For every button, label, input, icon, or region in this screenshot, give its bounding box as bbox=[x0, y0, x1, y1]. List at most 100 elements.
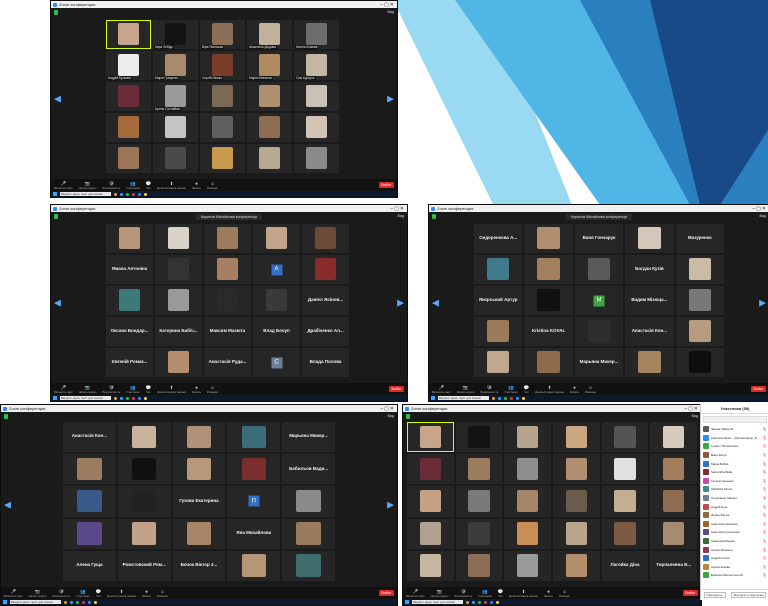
participant-tile[interactable]: Артем Соловйов bbox=[153, 82, 198, 111]
window-controls[interactable]: –▢✕ bbox=[390, 206, 407, 212]
participant-tile[interactable] bbox=[106, 113, 151, 142]
participant-list-item[interactable]: Артем Лісевець 🎙 bbox=[701, 545, 768, 554]
toolbar-button-1[interactable]: 📷 Начать видео bbox=[431, 589, 449, 598]
participant-tile[interactable] bbox=[650, 454, 697, 485]
toolbar-button-3[interactable]: 👥 Участники bbox=[126, 181, 139, 190]
toolbar-button-5[interactable]: ⬆ Демонстрация экрана bbox=[509, 589, 538, 598]
taskbar-app-icon[interactable] bbox=[498, 396, 501, 400]
taskbar-app-icon[interactable] bbox=[504, 396, 507, 400]
encryption-shield-icon[interactable] bbox=[54, 214, 58, 219]
toolbar-button-5[interactable]: ⬆ Демонстрация экрана bbox=[157, 181, 186, 190]
participant-tile[interactable]: Алена Гуща bbox=[63, 550, 116, 581]
participant-tile[interactable] bbox=[282, 550, 335, 581]
participant-tile[interactable] bbox=[63, 454, 116, 485]
toolbar-button-5[interactable]: ⬆ Демонстрация экрана bbox=[107, 589, 136, 598]
view-button[interactable]: Вид bbox=[397, 214, 404, 218]
participant-tile[interactable] bbox=[155, 255, 202, 284]
toolbar-button-6[interactable]: ⏺ Запись bbox=[544, 589, 553, 598]
taskbar-app-icon[interactable] bbox=[126, 192, 129, 196]
participant-list-item[interactable]: Андрій Кузь 🎙 bbox=[701, 502, 768, 511]
invite-button[interactable]: Пригласить bbox=[703, 592, 726, 598]
taskbar-app-icon[interactable] bbox=[484, 600, 487, 604]
participant-list-item[interactable]: Samantha Bella 🎙 bbox=[701, 468, 768, 477]
taskbar-app-icon[interactable] bbox=[120, 396, 123, 400]
toolbar-button-2[interactable]: 🛡 Безопасность bbox=[52, 589, 70, 598]
participant-tile[interactable] bbox=[675, 286, 724, 315]
toolbar-button-6[interactable]: ⏺ Запись bbox=[192, 181, 201, 190]
participant-tile[interactable]: Влада Полова bbox=[302, 348, 349, 377]
participant-tile[interactable] bbox=[675, 317, 724, 346]
toolbar-button-2[interactable]: 🛡 Безопасность bbox=[454, 589, 472, 598]
taskbar-app-icon[interactable] bbox=[120, 192, 123, 196]
participant-tile[interactable] bbox=[117, 518, 171, 549]
participant-tile[interactable] bbox=[407, 486, 454, 517]
participant-tile[interactable]: Марьяна Микер... bbox=[574, 348, 624, 377]
participant-tile[interactable] bbox=[106, 20, 151, 49]
encryption-shield-icon[interactable] bbox=[432, 214, 436, 219]
participants-search-input[interactable] bbox=[703, 416, 767, 423]
participant-tile[interactable] bbox=[294, 144, 339, 173]
toolbar-button-0[interactable]: 🎤 Включить звук bbox=[4, 589, 23, 598]
participant-tile[interactable] bbox=[227, 422, 281, 453]
window-controls[interactable]: –▢✕ bbox=[380, 406, 397, 412]
participant-tile[interactable] bbox=[247, 82, 292, 111]
participant-tile[interactable] bbox=[625, 348, 674, 377]
participant-tile[interactable]: Кира Лебідь bbox=[153, 20, 198, 49]
participant-tile[interactable] bbox=[200, 113, 245, 142]
taskbar-app-icon[interactable] bbox=[496, 600, 499, 604]
taskbar-app-icon[interactable] bbox=[126, 396, 129, 400]
participant-tile[interactable] bbox=[227, 454, 281, 485]
mute-all-button[interactable]: Выключить звук всем bbox=[730, 592, 767, 598]
participant-tile[interactable] bbox=[675, 348, 724, 377]
participant-tile[interactable] bbox=[204, 255, 251, 284]
participant-tile[interactable]: Катерина Бабіч... bbox=[155, 317, 202, 346]
windows-start-icon[interactable] bbox=[3, 600, 7, 604]
participant-tile[interactable]: Влад Бочуп bbox=[253, 317, 300, 346]
participant-tile[interactable]: Вадим Мізюца... bbox=[625, 286, 674, 315]
encryption-shield-icon[interactable] bbox=[4, 414, 8, 419]
toolbar-button-4[interactable]: 💬 Чат bbox=[146, 181, 152, 190]
participant-tile[interactable] bbox=[153, 113, 198, 142]
encryption-shield-icon[interactable] bbox=[54, 10, 58, 15]
participant-list-item[interactable]: Анастасія Анікієнко 🎙 bbox=[701, 520, 768, 529]
participant-list-item[interactable]: Lyubov Tomashenko 🎙 bbox=[701, 442, 768, 451]
participant-tile[interactable] bbox=[524, 348, 573, 377]
next-page-icon[interactable]: ▶ bbox=[759, 298, 766, 309]
participant-tile[interactable]: П bbox=[227, 486, 281, 517]
participant-list-item[interactable]: Іванна Чабан 31 🎙 bbox=[701, 425, 768, 434]
participant-tile[interactable] bbox=[302, 224, 349, 253]
participant-tile[interactable]: Якорський Артур bbox=[474, 286, 523, 315]
toolbar-button-7[interactable]: ☺ Реакции bbox=[559, 589, 570, 598]
participant-list-item[interactable]: Андрій Кочан 🎙 bbox=[701, 554, 768, 563]
participant-tile[interactable] bbox=[650, 518, 697, 549]
toolbar-button-0[interactable]: 🎤 Включить звук bbox=[54, 385, 73, 394]
participant-tile[interactable]: Яна Михайлова bbox=[227, 518, 281, 549]
taskbar-app-icon[interactable] bbox=[94, 600, 97, 604]
participant-tile[interactable] bbox=[455, 454, 503, 485]
participant-tile[interactable] bbox=[172, 518, 226, 549]
prev-page-icon[interactable]: ◀ bbox=[4, 500, 11, 511]
toolbar-button-7[interactable]: ☺ Реакции bbox=[585, 385, 596, 394]
participant-tile[interactable]: Ваня Гончарук bbox=[574, 224, 624, 253]
participant-tile[interactable] bbox=[504, 550, 551, 581]
participant-tile[interactable] bbox=[524, 224, 573, 253]
participant-tile[interactable]: C bbox=[253, 348, 300, 377]
participant-tile[interactable] bbox=[106, 144, 151, 173]
participant-tile[interactable] bbox=[407, 550, 454, 581]
participant-tile[interactable] bbox=[172, 454, 226, 485]
participant-tile[interactable] bbox=[282, 486, 335, 517]
participant-tile[interactable] bbox=[155, 224, 202, 253]
taskbar-app-icon[interactable] bbox=[510, 396, 513, 400]
participant-list-item[interactable]: Маріа Бобоk 🎙 bbox=[701, 459, 768, 468]
participant-tile[interactable] bbox=[294, 113, 339, 142]
next-page-icon[interactable]: ▶ bbox=[387, 500, 394, 511]
taskbar-search-input[interactable]: Введите здесь текст для поиска bbox=[438, 396, 489, 400]
taskbar-app-icon[interactable] bbox=[132, 396, 135, 400]
toolbar-button-2[interactable]: 🛡 Безопасность bbox=[102, 385, 120, 394]
taskbar-app-icon[interactable] bbox=[144, 396, 147, 400]
toolbar-button-3[interactable]: 👥 Участники bbox=[478, 589, 491, 598]
view-button[interactable]: Вид bbox=[387, 10, 394, 14]
toolbar-button-1[interactable]: 📷 Начать видео bbox=[29, 589, 47, 598]
participant-tile[interactable] bbox=[601, 454, 649, 485]
toolbar-button-6[interactable]: ⏺ Запись bbox=[142, 589, 151, 598]
